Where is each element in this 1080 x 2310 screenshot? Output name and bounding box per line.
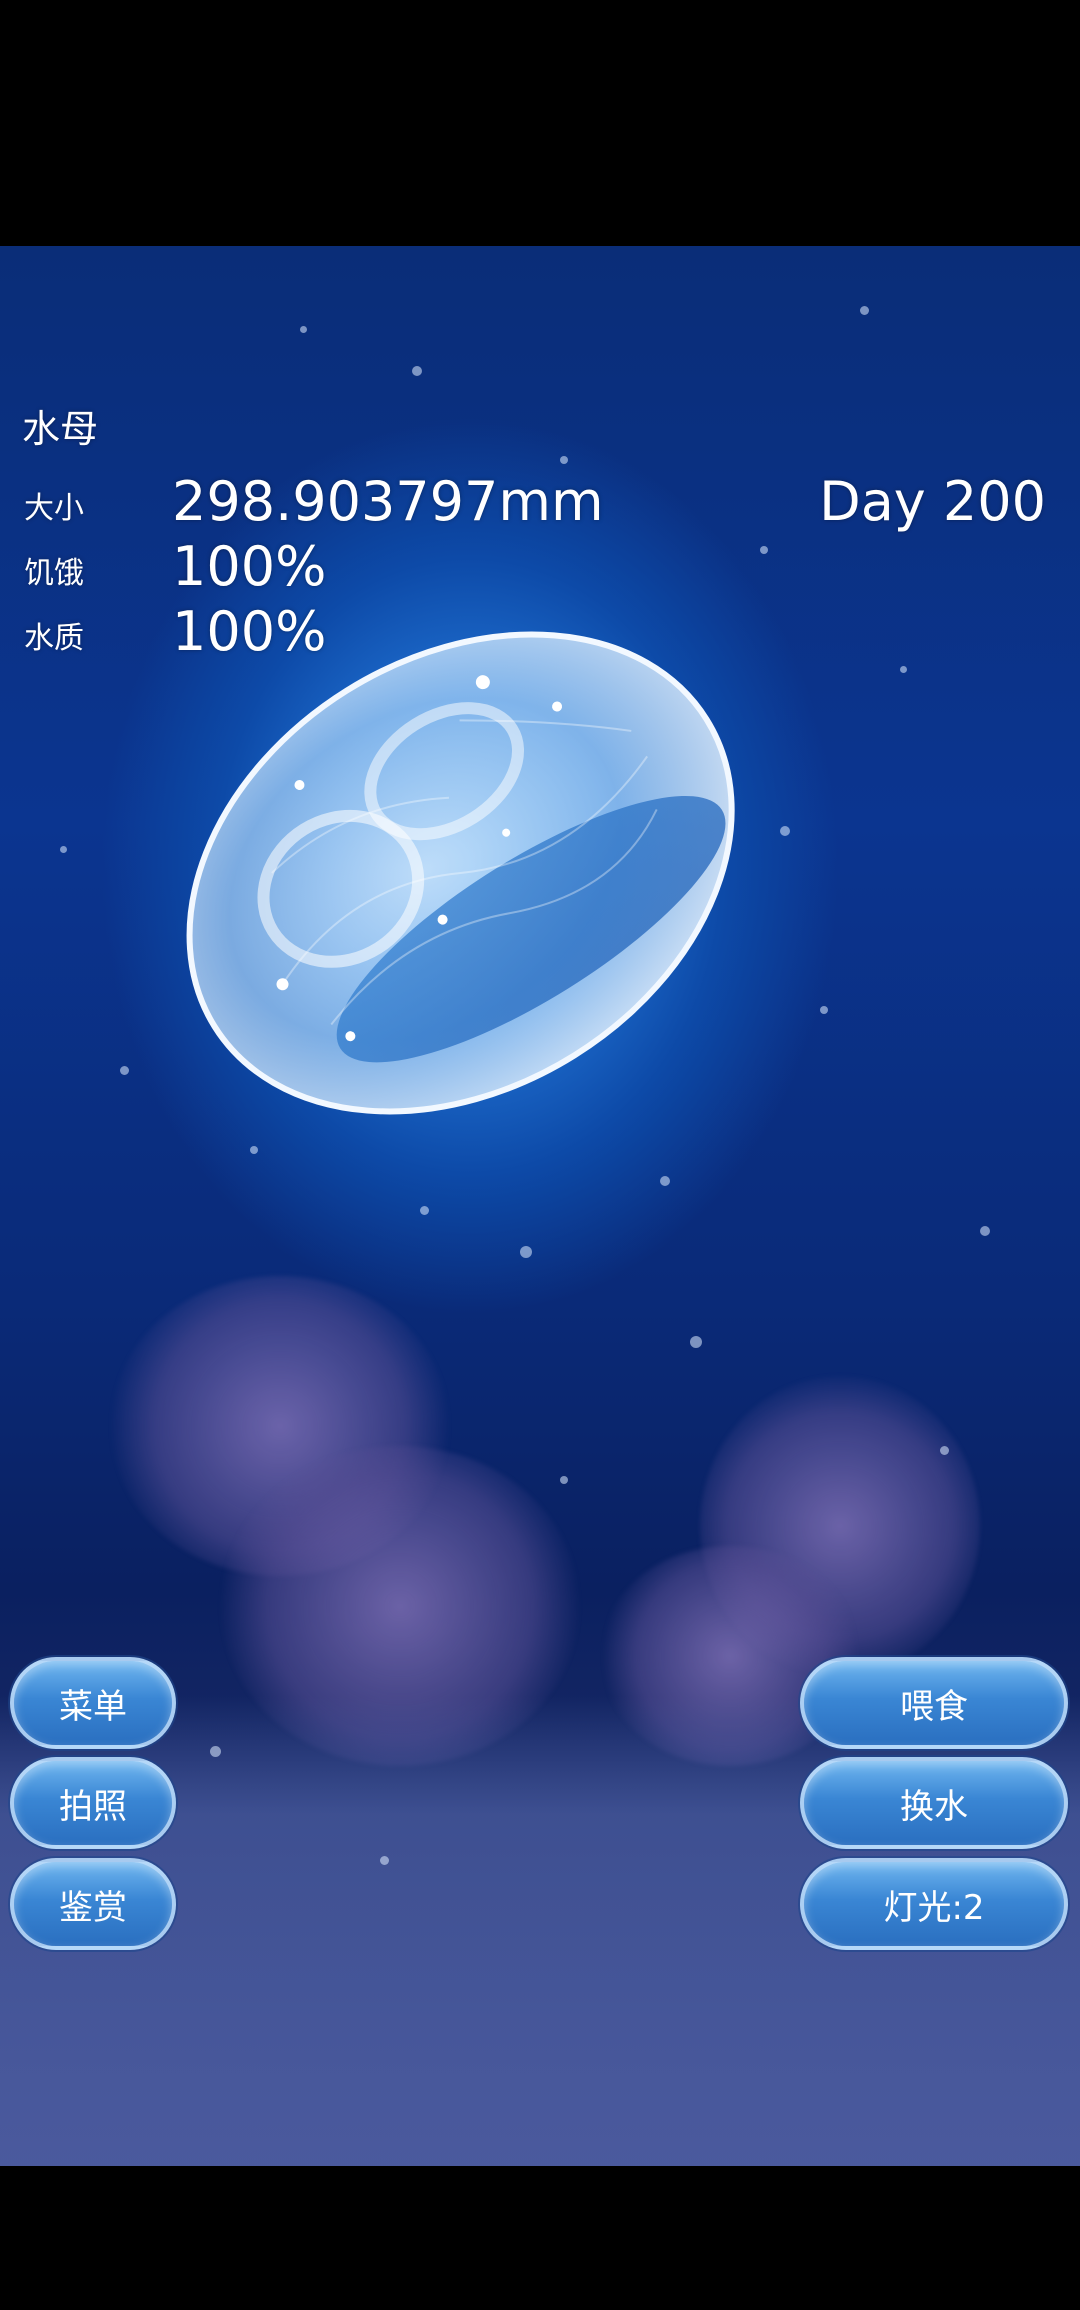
bubble [820, 1006, 828, 1014]
bubble [560, 1476, 568, 1484]
top-letterbox [0, 0, 1080, 246]
bubble [250, 1146, 258, 1154]
bubble [940, 1446, 949, 1455]
bubble [210, 1746, 221, 1757]
bubble [520, 1246, 532, 1258]
creature-name: 水母 [22, 407, 99, 451]
bubble [860, 306, 869, 315]
menu-button[interactable]: 菜单 [10, 1657, 176, 1749]
day-counter: Day 200 [819, 470, 1046, 533]
bubble [420, 1206, 429, 1215]
bubble [760, 546, 768, 554]
size-label: 大小 [24, 491, 84, 526]
bubble [560, 456, 568, 464]
bubble [120, 1066, 129, 1075]
bubble [980, 1226, 990, 1236]
bubble [690, 1336, 702, 1348]
photo-button[interactable]: 拍照 [10, 1757, 176, 1849]
bubble [300, 326, 307, 333]
bubble [900, 666, 907, 673]
bubble [380, 1856, 389, 1865]
hunger-label: 饥饿 [24, 556, 84, 591]
size-value: 298.903797mm [172, 470, 604, 533]
feed-button[interactable]: 喂食 [800, 1657, 1068, 1749]
bottom-letterbox [0, 2166, 1080, 2310]
water-quality-value: 100% [172, 600, 327, 663]
bubble [660, 1176, 670, 1186]
bubble [780, 826, 790, 836]
change-water-button[interactable]: 换水 [800, 1757, 1068, 1849]
bubble [412, 366, 422, 376]
game-screen: 水母 大小 298.903797mm 饥饿 100% 水质 100% Day 2… [0, 0, 1080, 2310]
light-button[interactable]: 灯光:2 [800, 1858, 1068, 1950]
water-quality-label: 水质 [24, 621, 84, 656]
hunger-value: 100% [172, 535, 327, 598]
bubble [60, 846, 67, 853]
appreciate-button[interactable]: 鉴赏 [10, 1858, 176, 1950]
